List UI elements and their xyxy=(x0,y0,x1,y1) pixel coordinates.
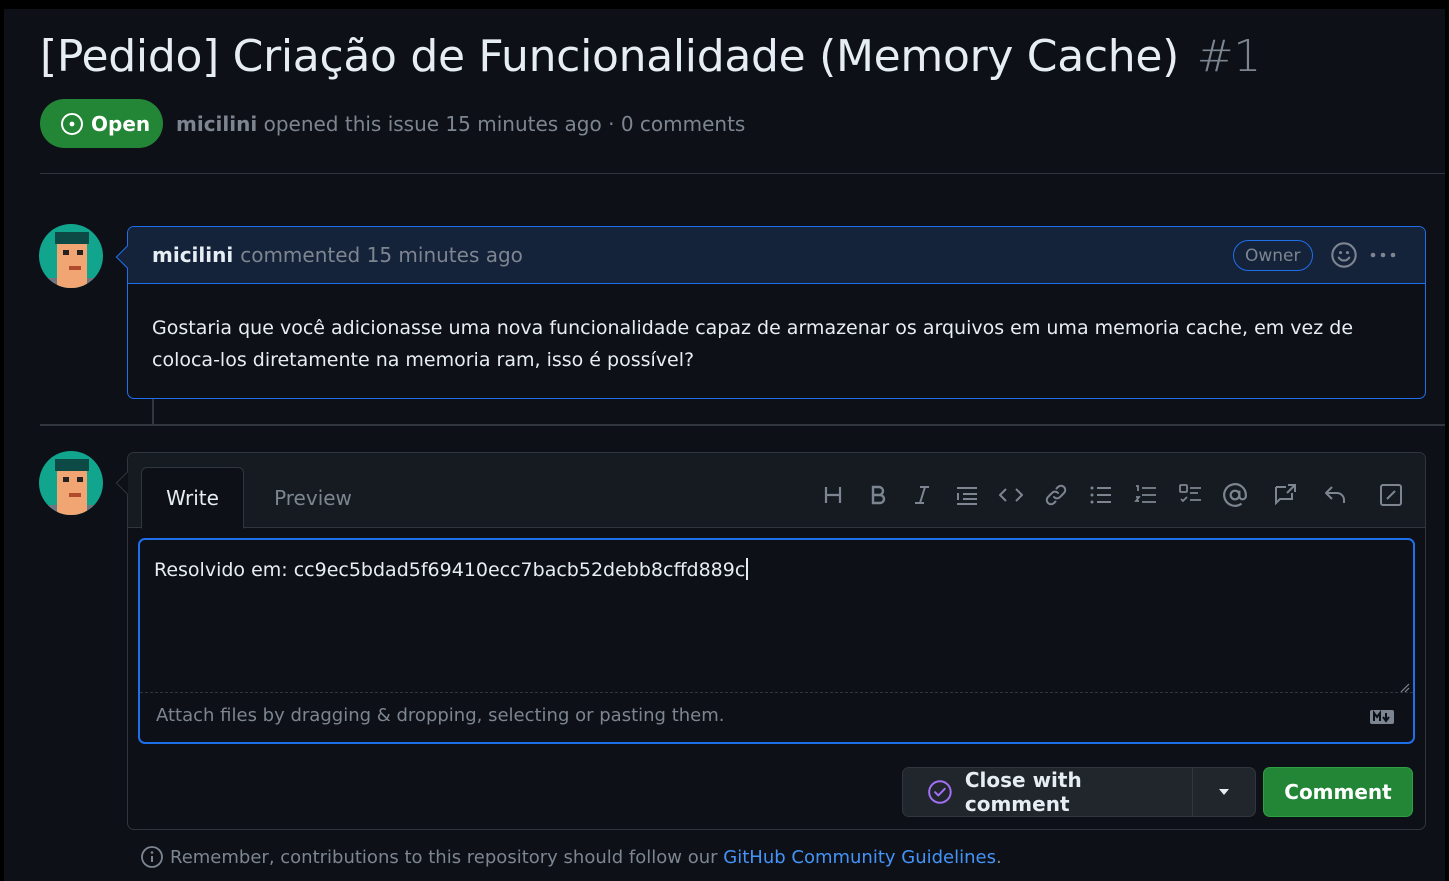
comment-body-line: Gostaria que você adicionasse uma nova f… xyxy=(152,317,1354,339)
owner-badge: Owner xyxy=(1233,240,1313,271)
comment-textarea-value: Resolvido em: cc9ec5bdad5f69410ecc7bacb5… xyxy=(154,559,746,581)
mention-icon[interactable] xyxy=(1222,482,1248,508)
tab-write[interactable]: Write xyxy=(141,467,244,529)
community-guidelines-link[interactable]: GitHub Community Guidelines xyxy=(723,847,996,868)
issue-meta: micilini opened this issue 15 minutes ag… xyxy=(176,112,745,136)
issue-meta-text: opened this issue 15 minutes ago · 0 com… xyxy=(263,112,746,136)
kebab-menu-icon[interactable] xyxy=(1368,245,1398,270)
header-divider xyxy=(40,173,1445,174)
quote-icon[interactable] xyxy=(954,482,980,508)
timeline-divider xyxy=(40,424,1445,426)
comment-textarea-container: Resolvido em: cc9ec5bdad5f69410ecc7bacb5… xyxy=(138,538,1415,744)
code-icon[interactable] xyxy=(998,482,1024,508)
editor-tabbar: Write Preview xyxy=(128,453,1425,529)
comment-textarea[interactable]: Resolvido em: cc9ec5bdad5f69410ecc7bacb5… xyxy=(140,540,1413,693)
issue-open-icon xyxy=(61,112,83,135)
comment-body-line: coloca-los diretamente na memoria ram, i… xyxy=(152,349,695,371)
issue-author-link[interactable]: micilini xyxy=(176,112,257,136)
new-comment-form: Write Preview Resolvido em: cc9ec5bdad5f… xyxy=(115,452,1426,830)
issue-state-badge: Open xyxy=(40,99,163,148)
close-with-comment-group: Close with comment xyxy=(902,767,1256,817)
comment-timestamp[interactable]: commented 15 minutes ago xyxy=(240,243,523,267)
link-icon[interactable] xyxy=(1043,482,1069,508)
caret-down-icon xyxy=(1219,789,1229,795)
close-with-comment-label: Close with comment xyxy=(964,768,1082,816)
comment-button[interactable]: Comment xyxy=(1263,767,1413,817)
avatar[interactable] xyxy=(39,451,103,515)
issue-state-label: Open xyxy=(91,111,151,136)
info-icon xyxy=(141,846,163,868)
italic-icon[interactable] xyxy=(909,482,935,508)
issue-comment: micilini commented 15 minutes ago Owner xyxy=(115,226,1426,399)
avatar[interactable] xyxy=(39,224,103,288)
close-with-comment-button[interactable]: Close with comment xyxy=(903,768,1193,816)
check-circle-icon xyxy=(928,780,952,804)
comment-author-link[interactable]: micilini xyxy=(152,243,233,267)
fullscreen-icon[interactable] xyxy=(1378,482,1404,508)
tab-preview[interactable]: Preview xyxy=(263,467,363,529)
heading-icon[interactable] xyxy=(820,482,846,508)
issue-page: [Pedido] Criação de Funcionalidade (Memo… xyxy=(4,9,1445,881)
comment-header: micilini commented 15 minutes ago Owner xyxy=(128,227,1425,284)
issue-title-text: [Pedido] Criação de Funcionalidade (Memo… xyxy=(40,31,1179,82)
ordered-list-icon[interactable] xyxy=(1133,482,1159,508)
close-options-dropdown[interactable] xyxy=(1193,768,1255,816)
smiley-icon[interactable] xyxy=(1330,241,1358,274)
timeline-connector xyxy=(152,399,154,425)
attach-files-hint[interactable]: Attach files by dragging & dropping, sel… xyxy=(156,705,725,726)
reference-icon[interactable] xyxy=(1272,482,1298,508)
guidelines-prefix: Remember, contributions to this reposito… xyxy=(170,846,718,868)
task-list-icon[interactable] xyxy=(1178,482,1204,508)
issue-title: [Pedido] Criação de Funcionalidade (Memo… xyxy=(40,31,1261,82)
resize-handle-icon[interactable] xyxy=(1398,678,1410,697)
community-guidelines-note: Remember, contributions to this reposito… xyxy=(140,845,1002,869)
unordered-list-icon[interactable] xyxy=(1088,482,1114,508)
guidelines-suffix: . xyxy=(996,846,1002,868)
issue-number: #1 xyxy=(1196,31,1262,82)
reply-icon[interactable] xyxy=(1322,482,1348,508)
bold-icon[interactable] xyxy=(865,482,891,508)
comment-body: Gostaria que você adicionasse uma nova f… xyxy=(128,284,1425,404)
markdown-icon[interactable] xyxy=(1369,709,1395,729)
